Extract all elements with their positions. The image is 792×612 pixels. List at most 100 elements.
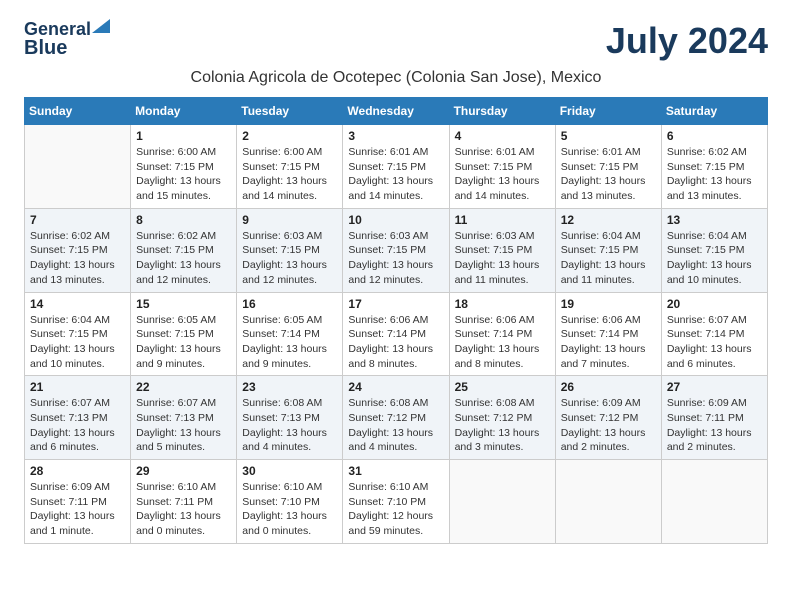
calendar-cell: 6 Sunrise: 6:02 AMSunset: 7:15 PMDaylight…	[661, 125, 767, 209]
day-info: Sunrise: 6:08 AMSunset: 7:12 PMDaylight:…	[455, 396, 550, 455]
calendar-cell: 7 Sunrise: 6:02 AMSunset: 7:15 PMDaylight…	[25, 208, 131, 292]
day-number: 13	[667, 213, 762, 227]
calendar-cell: 22 Sunrise: 6:07 AMSunset: 7:13 PMDayligh…	[131, 376, 237, 460]
day-number: 3	[348, 129, 443, 143]
calendar-cell: 24 Sunrise: 6:08 AMSunset: 7:12 PMDayligh…	[343, 376, 449, 460]
day-info: Sunrise: 6:03 AMSunset: 7:15 PMDaylight:…	[455, 229, 550, 288]
calendar-cell: 31 Sunrise: 6:10 AMSunset: 7:10 PMDayligh…	[343, 460, 449, 544]
day-info: Sunrise: 6:10 AMSunset: 7:11 PMDaylight:…	[136, 480, 231, 539]
day-info: Sunrise: 6:04 AMSunset: 7:15 PMDaylight:…	[561, 229, 656, 288]
day-info: Sunrise: 6:04 AMSunset: 7:15 PMDaylight:…	[30, 313, 125, 372]
day-number: 23	[242, 380, 337, 394]
day-header-thursday: Thursday	[449, 98, 555, 125]
day-header-wednesday: Wednesday	[343, 98, 449, 125]
day-number: 21	[30, 380, 125, 394]
calendar-cell: 12Sunrise: 6:04 AMSunset: 7:15 PMDayligh…	[555, 208, 661, 292]
calendar-cell: 19 Sunrise: 6:06 AMSunset: 7:14 PMDayligh…	[555, 292, 661, 376]
day-number: 26	[561, 380, 656, 394]
calendar-cell: 30 Sunrise: 6:10 AMSunset: 7:10 PMDayligh…	[237, 460, 343, 544]
day-number: 10	[348, 213, 443, 227]
calendar-cell: 17 Sunrise: 6:06 AMSunset: 7:14 PMDayligh…	[343, 292, 449, 376]
calendar-cell	[661, 460, 767, 544]
day-info: Sunrise: 6:09 AMSunset: 7:12 PMDaylight:…	[561, 396, 656, 455]
day-info: Sunrise: 6:07 AMSunset: 7:14 PMDaylight:…	[667, 313, 762, 372]
day-number: 17	[348, 297, 443, 311]
day-number: 5	[561, 129, 656, 143]
day-number: 25	[455, 380, 550, 394]
day-number: 28	[30, 464, 125, 478]
day-info: Sunrise: 6:01 AMSunset: 7:15 PMDaylight:…	[348, 145, 443, 204]
day-number: 19	[561, 297, 656, 311]
day-info: Sunrise: 6:08 AMSunset: 7:12 PMDaylight:…	[348, 396, 443, 455]
day-info: Sunrise: 6:09 AMSunset: 7:11 PMDaylight:…	[30, 480, 125, 539]
calendar-cell: 27 Sunrise: 6:09 AMSunset: 7:11 PMDayligh…	[661, 376, 767, 460]
calendar-cell	[449, 460, 555, 544]
day-info: Sunrise: 6:00 AMSunset: 7:15 PMDaylight:…	[242, 145, 337, 204]
calendar-cell: 29 Sunrise: 6:10 AMSunset: 7:11 PMDayligh…	[131, 460, 237, 544]
day-number: 1	[136, 129, 231, 143]
day-number: 6	[667, 129, 762, 143]
day-header-friday: Friday	[555, 98, 661, 125]
calendar-cell: 28 Sunrise: 6:09 AMSunset: 7:11 PMDayligh…	[25, 460, 131, 544]
day-info: Sunrise: 6:02 AMSunset: 7:15 PMDaylight:…	[667, 145, 762, 204]
day-info: Sunrise: 6:10 AMSunset: 7:10 PMDaylight:…	[242, 480, 337, 539]
day-info: Sunrise: 6:01 AMSunset: 7:15 PMDaylight:…	[561, 145, 656, 204]
day-info: Sunrise: 6:02 AMSunset: 7:15 PMDaylight:…	[30, 229, 125, 288]
day-info: Sunrise: 6:07 AMSunset: 7:13 PMDaylight:…	[30, 396, 125, 455]
logo-general: General	[24, 20, 91, 38]
day-number: 4	[455, 129, 550, 143]
day-number: 11	[455, 213, 550, 227]
calendar-cell: 21 Sunrise: 6:07 AMSunset: 7:13 PMDayligh…	[25, 376, 131, 460]
day-number: 2	[242, 129, 337, 143]
day-number: 14	[30, 297, 125, 311]
day-number: 9	[242, 213, 337, 227]
day-number: 27	[667, 380, 762, 394]
calendar-cell: 4 Sunrise: 6:01 AMSunset: 7:15 PMDaylight…	[449, 125, 555, 209]
calendar-cell	[25, 125, 131, 209]
logo-blue: Blue	[24, 37, 67, 59]
calendar-cell: 10Sunrise: 6:03 AMSunset: 7:15 PMDayligh…	[343, 208, 449, 292]
day-info: Sunrise: 6:05 AMSunset: 7:14 PMDaylight:…	[242, 313, 337, 372]
day-number: 8	[136, 213, 231, 227]
day-info: Sunrise: 6:06 AMSunset: 7:14 PMDaylight:…	[561, 313, 656, 372]
day-info: Sunrise: 6:06 AMSunset: 7:14 PMDaylight:…	[455, 313, 550, 372]
calendar-cell: 15Sunrise: 6:05 AMSunset: 7:15 PMDayligh…	[131, 292, 237, 376]
day-header-monday: Monday	[131, 98, 237, 125]
day-info: Sunrise: 6:07 AMSunset: 7:13 PMDaylight:…	[136, 396, 231, 455]
day-info: Sunrise: 6:06 AMSunset: 7:14 PMDaylight:…	[348, 313, 443, 372]
calendar-cell: 11 Sunrise: 6:03 AMSunset: 7:15 PMDayligh…	[449, 208, 555, 292]
calendar-cell: 9Sunrise: 6:03 AMSunset: 7:15 PMDaylight…	[237, 208, 343, 292]
day-header-sunday: Sunday	[25, 98, 131, 125]
day-info: Sunrise: 6:04 AMSunset: 7:15 PMDaylight:…	[667, 229, 762, 288]
day-number: 22	[136, 380, 231, 394]
calendar-cell: 23 Sunrise: 6:08 AMSunset: 7:13 PMDayligh…	[237, 376, 343, 460]
day-number: 29	[136, 464, 231, 478]
day-number: 7	[30, 213, 125, 227]
location-title: Colonia Agricola de Ocotepec (Colonia Sa…	[24, 69, 768, 87]
logo: General Blue	[24, 20, 110, 59]
day-info: Sunrise: 6:10 AMSunset: 7:10 PMDaylight:…	[348, 480, 443, 539]
day-info: Sunrise: 6:00 AMSunset: 7:15 PMDaylight:…	[136, 145, 231, 204]
logo-icon	[92, 19, 110, 33]
day-number: 30	[242, 464, 337, 478]
day-info: Sunrise: 6:05 AMSunset: 7:15 PMDaylight:…	[136, 313, 231, 372]
calendar-cell: 3 Sunrise: 6:01 AMSunset: 7:15 PMDaylight…	[343, 125, 449, 209]
day-number: 31	[348, 464, 443, 478]
day-number: 16	[242, 297, 337, 311]
calendar-cell: 18Sunrise: 6:06 AMSunset: 7:14 PMDayligh…	[449, 292, 555, 376]
day-number: 24	[348, 380, 443, 394]
day-info: Sunrise: 6:02 AMSunset: 7:15 PMDaylight:…	[136, 229, 231, 288]
day-info: Sunrise: 6:09 AMSunset: 7:11 PMDaylight:…	[667, 396, 762, 455]
calendar-cell	[555, 460, 661, 544]
day-info: Sunrise: 6:08 AMSunset: 7:13 PMDaylight:…	[242, 396, 337, 455]
day-number: 20	[667, 297, 762, 311]
calendar-cell: 8 Sunrise: 6:02 AMSunset: 7:15 PMDaylight…	[131, 208, 237, 292]
calendar-table: SundayMondayTuesdayWednesdayThursdayFrid…	[24, 97, 768, 544]
calendar-cell: 5 Sunrise: 6:01 AMSunset: 7:15 PMDaylight…	[555, 125, 661, 209]
calendar-cell: 13 Sunrise: 6:04 AMSunset: 7:15 PMDayligh…	[661, 208, 767, 292]
day-info: Sunrise: 6:01 AMSunset: 7:15 PMDaylight:…	[455, 145, 550, 204]
day-header-tuesday: Tuesday	[237, 98, 343, 125]
calendar-cell: 1 Sunrise: 6:00 AMSunset: 7:15 PMDaylight…	[131, 125, 237, 209]
day-header-saturday: Saturday	[661, 98, 767, 125]
calendar-cell: 26 Sunrise: 6:09 AMSunset: 7:12 PMDayligh…	[555, 376, 661, 460]
